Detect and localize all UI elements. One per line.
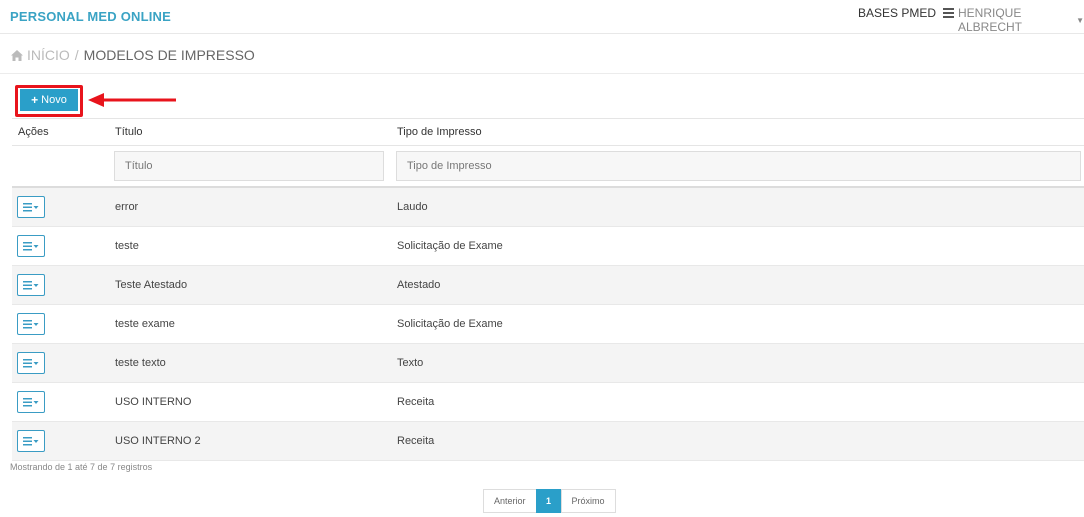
menu-dropdown-icon (23, 437, 39, 446)
row-type: Atestado (397, 279, 441, 291)
table-row: USO INTERNO Receita (12, 383, 1084, 422)
bases-selector[interactable]: BASES PMED (858, 6, 955, 20)
header-divider (0, 73, 1084, 74)
table-row: teste texto Texto (12, 344, 1084, 383)
filter-row (12, 146, 1084, 188)
new-button[interactable]: + Novo (20, 89, 78, 111)
home-icon (11, 49, 23, 61)
menu-dropdown-icon (23, 281, 39, 290)
table-row: error Laudo (12, 188, 1084, 227)
top-bar: PERSONAL MED ONLINE BASES PMED HENRIQUE … (0, 0, 1084, 34)
menu-dropdown-icon (23, 359, 39, 368)
row-actions-button[interactable] (17, 352, 45, 374)
column-header-title[interactable]: Título (115, 126, 143, 138)
row-title: Teste Atestado (115, 279, 188, 291)
table-row: USO INTERNO 2 Receita (12, 422, 1084, 461)
bases-label: BASES PMED (858, 6, 937, 20)
row-type: Receita (397, 396, 435, 408)
chevron-down-icon: ▼ (1076, 15, 1084, 25)
row-actions-button[interactable] (17, 235, 45, 257)
row-actions-button[interactable] (17, 430, 45, 452)
plus-icon: + (31, 93, 39, 107)
type-filter-input[interactable] (396, 151, 1081, 181)
row-actions-button[interactable] (17, 274, 45, 296)
page-title: MODELOS DE IMPRESSO (83, 47, 255, 63)
menu-dropdown-icon (23, 242, 39, 251)
row-title: teste exame (115, 318, 175, 330)
table-row: Teste Atestado Atestado (12, 266, 1084, 305)
user-menu[interactable]: HENRIQUE ALBRECHT ▼ (958, 6, 1084, 34)
row-type: Solicitação de Exame (397, 318, 503, 330)
user-name: HENRIQUE ALBRECHT (958, 6, 1023, 34)
table-body: error Laudo teste Solicitação de Exame T… (12, 188, 1084, 461)
menu-dropdown-icon (23, 398, 39, 407)
row-type: Texto (397, 357, 424, 369)
breadcrumb-home-link[interactable]: INÍCIO (27, 47, 70, 63)
page-1-button[interactable]: 1 (535, 489, 562, 513)
pointer-arrow-icon (88, 93, 176, 107)
pagination: Anterior 1 Próximo (483, 489, 616, 513)
menu-dropdown-icon (23, 203, 39, 212)
row-type: Laudo (397, 201, 428, 213)
previous-page-button[interactable]: Anterior (483, 489, 537, 513)
breadcrumb-separator: / (74, 47, 79, 63)
brand-title[interactable]: PERSONAL MED ONLINE (10, 9, 171, 24)
table-row: teste exame Solicitação de Exame (12, 305, 1084, 344)
row-type: Receita (397, 435, 435, 447)
row-actions-button[interactable] (17, 313, 45, 335)
row-actions-button[interactable] (17, 196, 45, 218)
print-models-table: Ações Título Tipo de Impresso error Laud… (12, 118, 1084, 461)
new-button-label: Novo (41, 94, 67, 106)
menu-dropdown-icon (23, 320, 39, 329)
column-header-actions[interactable]: Ações (18, 126, 49, 138)
row-title: USO INTERNO (115, 396, 192, 408)
row-title: USO INTERNO 2 (115, 435, 201, 447)
next-page-button[interactable]: Próximo (560, 489, 616, 513)
row-title: teste (115, 240, 139, 252)
table-row: teste Solicitação de Exame (12, 227, 1084, 266)
title-filter-input[interactable] (114, 151, 384, 181)
row-title: error (115, 201, 139, 213)
row-type: Solicitação de Exame (397, 240, 503, 252)
records-info: Mostrando de 1 até 7 de 7 registros (10, 462, 153, 472)
column-header-type[interactable]: Tipo de Impresso (397, 126, 482, 138)
table-header: Ações Título Tipo de Impresso (12, 118, 1084, 146)
row-actions-button[interactable] (17, 391, 45, 413)
database-icon (943, 8, 955, 18)
row-title: teste texto (115, 357, 166, 369)
breadcrumb: INÍCIO / MODELOS DE IMPRESSO (11, 47, 255, 63)
